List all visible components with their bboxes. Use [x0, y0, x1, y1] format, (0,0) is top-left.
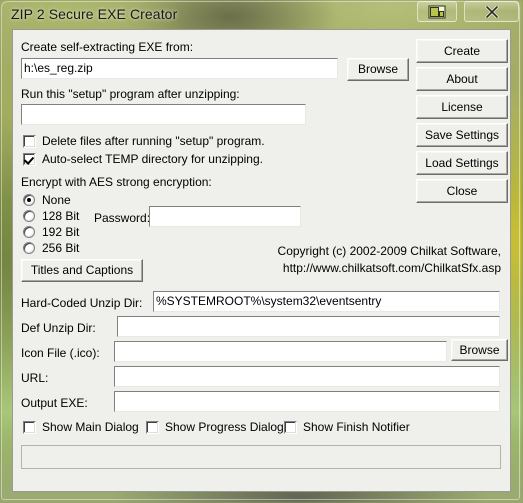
def-unzip-dir-input[interactable] — [117, 316, 500, 337]
show-main-dialog-label: Show Main Dialog — [42, 420, 139, 434]
save-settings-button[interactable]: Save Settings — [416, 123, 508, 147]
title-bar[interactable]: ZIP 2 Secure EXE Creator — [0, 0, 523, 28]
close-button[interactable] — [464, 1, 519, 22]
encryption-label: Encrypt with AES strong encryption: — [21, 175, 212, 189]
about-button[interactable]: About — [416, 67, 508, 91]
show-progress-dialog-label: Show Progress Dialog — [165, 420, 284, 434]
encryption-radio-128[interactable] — [23, 210, 35, 222]
encryption-label-none: None — [42, 193, 71, 207]
copyright-line-2[interactable]: http://www.chilkatsoft.com/ChilkatSfx.as… — [283, 261, 501, 275]
hardcoded-unzip-dir-label: Hard-Coded Unzip Dir: — [21, 296, 143, 310]
create-button[interactable]: Create — [416, 39, 508, 63]
show-finish-notifier-label: Show Finish Notifier — [303, 420, 410, 434]
delete-files-label: Delete files after running "setup" progr… — [42, 134, 265, 148]
close-action-button[interactable]: Close — [416, 179, 508, 203]
auto-select-temp-label: Auto-select TEMP directory for unzipping… — [42, 152, 263, 166]
show-main-dialog-checkbox[interactable] — [23, 421, 36, 434]
password-input[interactable] — [149, 206, 301, 227]
window-title: ZIP 2 Secure EXE Creator — [11, 6, 178, 22]
restore-button[interactable] — [417, 1, 457, 22]
source-input[interactable]: h:\es_reg.zip — [21, 58, 338, 79]
restore-icon — [428, 5, 446, 18]
output-exe-label: Output EXE: — [21, 396, 88, 410]
source-browse-button[interactable]: Browse — [347, 58, 409, 81]
setup-input[interactable] — [21, 104, 306, 125]
encryption-radio-192[interactable] — [23, 226, 35, 238]
close-icon — [485, 5, 498, 18]
auto-select-temp-checkbox[interactable] — [23, 153, 36, 166]
dialog-client-area: Create self-extracting EXE from: h:\es_r… — [12, 29, 511, 492]
delete-files-checkbox[interactable] — [23, 135, 36, 148]
icon-file-label: Icon File (.ico): — [21, 346, 100, 360]
url-input[interactable] — [114, 366, 500, 387]
copyright-line-1: Copyright (c) 2002-2009 Chilkat Software… — [277, 244, 501, 258]
encryption-label-192: 192 Bit — [42, 225, 80, 239]
hardcoded-unzip-dir-input[interactable]: %SYSTEMROOT%\system32\eventsentry — [153, 291, 500, 312]
show-progress-dialog-checkbox[interactable] — [146, 421, 159, 434]
source-label: Create self-extracting EXE from: — [21, 40, 194, 54]
status-panel — [21, 445, 501, 469]
encryption-radio-none[interactable] — [23, 194, 35, 206]
url-label: URL: — [21, 371, 49, 385]
license-button[interactable]: License — [416, 95, 508, 119]
load-settings-button[interactable]: Load Settings — [416, 151, 508, 175]
password-label: Password: — [94, 211, 151, 225]
titles-and-captions-button[interactable]: Titles and Captions — [21, 259, 143, 282]
application-window: ZIP 2 Secure EXE Creator Create self-ext… — [0, 0, 523, 503]
output-exe-input[interactable] — [114, 391, 500, 412]
encryption-label-256: 256 Bit — [42, 241, 80, 255]
def-unzip-dir-label: Def Unzip Dir: — [21, 321, 96, 335]
icon-file-input[interactable] — [114, 341, 447, 362]
encryption-label-128: 128 Bit — [42, 209, 80, 223]
encryption-radio-256[interactable] — [23, 242, 35, 254]
show-finish-notifier-checkbox[interactable] — [284, 421, 297, 434]
setup-label: Run this "setup" program after unzipping… — [21, 87, 240, 101]
icon-file-browse-button[interactable]: Browse — [451, 339, 508, 361]
